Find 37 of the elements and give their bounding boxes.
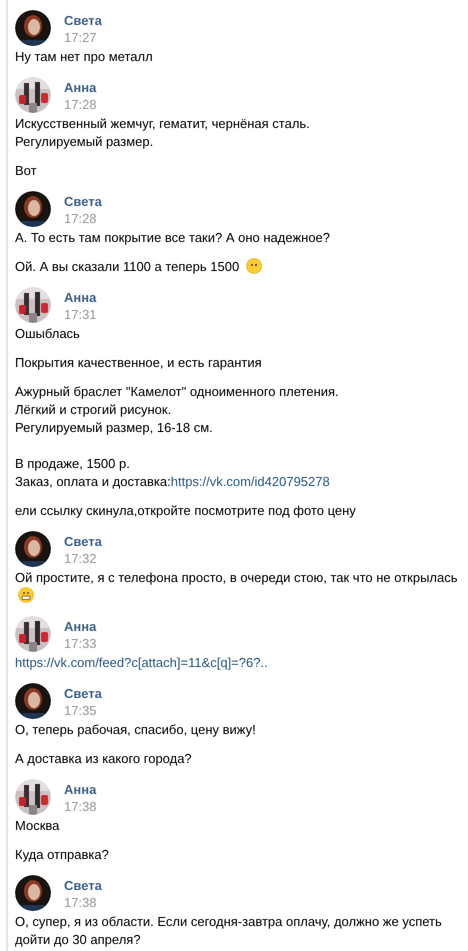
message-text: О, супер, я из области. Если сегодня-завтра оплачу, должно же успеть дойти до 30 апреля?	[15, 913, 443, 949]
author-name[interactable]: Анна	[64, 289, 97, 306]
message-time: 17:28	[64, 210, 98, 227]
emoji-icon	[18, 587, 34, 603]
author-name[interactable]: Анна	[64, 781, 97, 798]
message-text: Ой. А вы сказали 1100 а теперь 1500	[15, 258, 460, 276]
author-name[interactable]: Света	[64, 533, 102, 550]
message-text: ели ссылку скинула,откройте посмотрите под фото цену	[15, 502, 357, 520]
message-link[interactable]: https://vk.com/feed?c[attach]=11&c[q]=?6?..	[15, 654, 460, 672]
message-text: А. То есть там покрытие все таки? А оно надежное?	[15, 229, 332, 247]
message-text: Куда отправка?	[15, 846, 110, 864]
author-name[interactable]: Анна	[64, 79, 97, 96]
author-name[interactable]: Света	[64, 193, 102, 210]
link[interactable]: https://vk.com/id420795278	[170, 474, 330, 489]
message-time: 17:38	[64, 798, 97, 815]
message-text: О, теперь рабочая, спасибо, цену вижу!	[15, 721, 257, 739]
message-text: Ну там нет про металл	[15, 48, 154, 66]
message-text: Ажурный браслет "Камелот" одноименного плетения. Лёгкий и строгий рисунок. Регулируемый размер, 16-18 см. В продаже, 1500 р. Заказ, оплата и доставка:https://vk.com/id420795278	[15, 383, 340, 491]
message-text: Вот	[15, 162, 38, 180]
author-name[interactable]: Анна	[64, 618, 97, 635]
message-time: 17:32	[64, 550, 98, 567]
message-text: Ой простите, я с телефона просто, в очереди стою, так что не открылась	[15, 569, 460, 605]
message-time: 17:27	[64, 29, 98, 46]
emoji-icon	[246, 258, 262, 274]
author-name[interactable]: Света	[64, 877, 102, 894]
author-name[interactable]: Света	[64, 12, 102, 29]
message-text: А доставка из какого города?	[15, 750, 193, 768]
message-text: Покрытия качественное, и есть гарантия	[15, 354, 263, 372]
message-time: 17:35	[64, 702, 98, 719]
message-text: Ошыблась	[15, 325, 81, 343]
message-time: 17:31	[64, 306, 97, 323]
author-name[interactable]: Света	[64, 685, 102, 702]
message-time: 17:28	[64, 96, 97, 113]
message-time: 17:33	[64, 635, 97, 652]
message-text: Москва	[15, 817, 60, 835]
message-time: 17:38	[64, 894, 98, 911]
message-text: Искусственный жемчуг, гематит, чернёная сталь. Регулируемый размер.	[15, 115, 311, 151]
